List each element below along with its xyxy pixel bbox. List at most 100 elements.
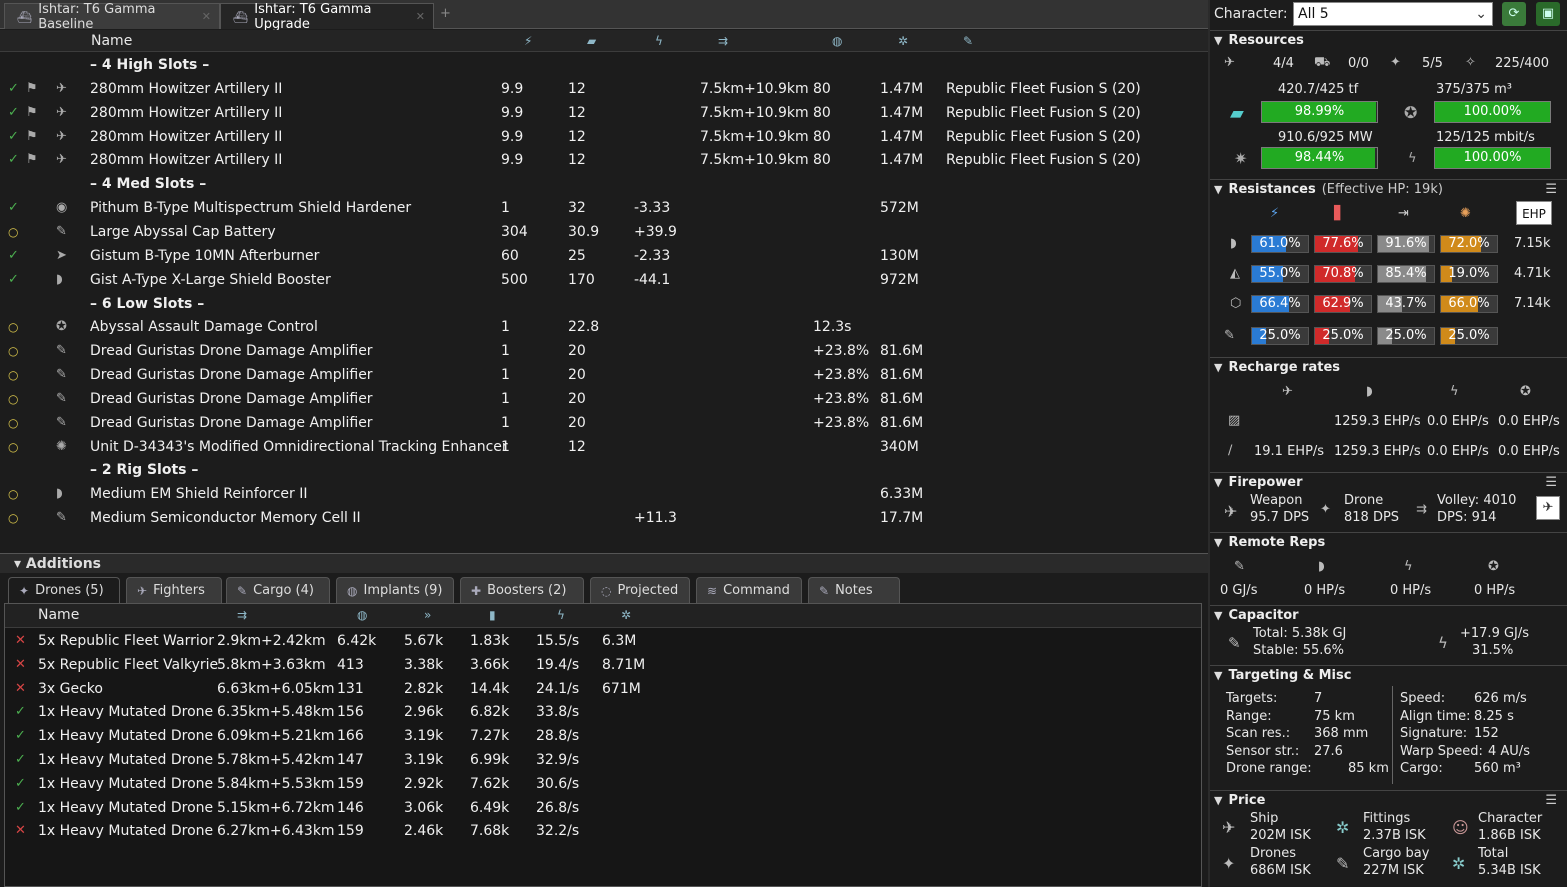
module-row[interactable]: ✓ ⚑ ✈ 280mm Howitzer Artillery II 9.9 12 7.5km…: [0, 77, 1208, 101]
drone-row[interactable]: ✕ 1x Heavy Mutated Drone 6.27km+6.43km 159 2…: [5, 819, 1201, 843]
state-icon[interactable]: ✓: [8, 148, 19, 172]
close-icon[interactable]: ✕: [416, 10, 425, 23]
drone-name: 5x Republic Fleet Valkyrie: [38, 656, 219, 673]
module-name: Dread Guristas Drone Damage Amplifier: [90, 390, 373, 407]
state-icon[interactable]: ○: [8, 411, 18, 435]
module-row[interactable]: ✓ ➤ Gistum B-Type 10MN Afterburner 60 25 -2.3…: [0, 244, 1208, 268]
module-icon: ✎: [56, 414, 67, 430]
additions-header[interactable]: ▾ Additions: [0, 553, 1208, 573]
state-icon[interactable]: ○: [8, 315, 18, 339]
state-icon[interactable]: ✓: [8, 101, 19, 125]
firepower-section[interactable]: ▼ Firepower ☰: [1210, 472, 1567, 492]
tab-projected[interactable]: ◌ Projected: [590, 577, 690, 603]
remote-reps-section[interactable]: ▼ Remote Reps: [1210, 532, 1567, 552]
recharge-value: 0.0 EHP/s: [1427, 444, 1489, 459]
menu-icon[interactable]: ☰: [1545, 182, 1557, 197]
tab-notes[interactable]: ✎ Notes: [808, 577, 900, 603]
drone-row[interactable]: ✓ 1x Heavy Mutated Drone 6.35km+5.48km 156 2…: [5, 700, 1201, 724]
refresh-icon[interactable]: ⟳: [1502, 2, 1526, 26]
state-icon[interactable]: ✕: [15, 629, 26, 653]
close-icon[interactable]: ✕: [202, 10, 211, 23]
resist-value: 43.7%: [1385, 296, 1427, 311]
state-icon[interactable]: ○: [8, 363, 18, 387]
recharge-section[interactable]: ▼ Recharge rates: [1210, 357, 1567, 377]
tab-fighters[interactable]: ✈ Fighters: [126, 577, 222, 603]
fit-tab-baseline[interactable]: ⛴ Ishtar: T6 Gamma Baseline ✕: [4, 2, 220, 32]
powergrid-bar: 98.44%: [1261, 147, 1378, 169]
menu-icon[interactable]: ☰: [1545, 475, 1557, 490]
state-icon[interactable]: ✓: [8, 77, 19, 101]
module-row[interactable]: ○ ✎ Dread Guristas Drone Damage Amplifier 1…: [0, 387, 1208, 411]
state-icon[interactable]: ○: [8, 435, 18, 459]
state-icon[interactable]: ✓: [15, 700, 26, 724]
tab-drones[interactable]: ✦ Drones (5): [8, 577, 120, 603]
module-row[interactable]: ✓ ⚑ ✈ 280mm Howitzer Artillery II 9.9 12 7.5km…: [0, 148, 1208, 172]
drone-row[interactable]: ✕ 5x Republic Fleet Warrior 2.9km+2.42km 6.…: [5, 629, 1201, 653]
ehp-toggle-button[interactable]: EHP: [1516, 201, 1552, 225]
drone-row[interactable]: ✓ 1x Heavy Mutated Drone 5.15km+6.72km 146 3…: [5, 796, 1201, 820]
collapse-icon: ▼: [1214, 34, 1223, 47]
module-row[interactable]: ○ ✎ Dread Guristas Drone Damage Amplifier 1…: [0, 363, 1208, 387]
state-icon[interactable]: ✕: [15, 677, 26, 701]
new-tab-icon[interactable]: +: [440, 6, 451, 21]
skills-icon[interactable]: ▣: [1536, 2, 1560, 26]
menu-icon[interactable]: ☰: [1545, 793, 1557, 808]
state-icon[interactable]: ✓: [8, 268, 19, 292]
targeting-section[interactable]: ▼ Targeting & Misc: [1210, 665, 1567, 685]
drone-row[interactable]: ✓ 1x Heavy Mutated Drone 6.09km+5.21km 166 3…: [5, 724, 1201, 748]
state-icon[interactable]: ○: [8, 339, 18, 363]
state-icon[interactable]: ✓: [15, 748, 26, 772]
module-c4: 7.5km+10.9km: [700, 80, 809, 97]
tab-command[interactable]: ≋ Command: [696, 577, 802, 603]
fit-tab-upgrade[interactable]: ⛴ Ishtar: T6 Gamma Upgrade ✕: [220, 2, 434, 32]
module-c6: 6.33M: [880, 486, 924, 503]
module-row[interactable]: ✓ ◗ Gist A-Type X-Large Shield Booster 500 1…: [0, 268, 1208, 292]
state-icon[interactable]: ✓: [15, 796, 26, 820]
drone-row[interactable]: ✓ 1x Heavy Mutated Drone 5.84km+5.53km 159 2…: [5, 772, 1201, 796]
state-icon[interactable]: ○: [8, 482, 18, 506]
tracking-icon: ◍: [357, 608, 368, 622]
module-row[interactable]: ✓ ◉ Pithum B-Type Multispectrum Shield Har…: [0, 196, 1208, 220]
resources-section[interactable]: ▼ Resources: [1210, 30, 1567, 50]
state-icon[interactable]: ✕: [15, 819, 26, 843]
target-label: Drone range:: [1226, 761, 1312, 776]
module-c1: 1: [501, 414, 510, 431]
resist-bar: 77.6%: [1314, 235, 1372, 253]
resistances-section[interactable]: ▼ Resistances (Effective HP: 19k) ☰: [1210, 179, 1567, 199]
state-icon[interactable]: ○: [8, 506, 18, 530]
character-select[interactable]: All 5 ⌄: [1293, 2, 1493, 26]
module-row[interactable]: ✓ ⚑ ✈ 280mm Howitzer Artillery II 9.9 12 7.5km…: [0, 125, 1208, 149]
module-row[interactable]: ○ ✎ Medium Semiconductor Memory Cell II +11…: [0, 506, 1208, 530]
tab-cargo[interactable]: ✎ Cargo (4): [226, 577, 330, 603]
drone-row[interactable]: ✕ 5x Republic Fleet Valkyrie 5.8km+3.63km 4…: [5, 653, 1201, 677]
capacitor-section[interactable]: ▼ Capacitor: [1210, 605, 1567, 625]
module-row[interactable]: ○ ✺ Unit D-34343's Modified Omnidirectiona…: [0, 435, 1208, 459]
damage-pattern-button[interactable]: ✈: [1536, 496, 1560, 520]
tab-implants[interactable]: ◍ Implants (9): [336, 577, 454, 603]
drone-row[interactable]: ✕ 3x Gecko 6.63km+6.05km 131 2.82k 14.4k 24.1/…: [5, 677, 1201, 701]
module-c6: 1.47M: [880, 152, 924, 169]
thermal-resist-icon: ▋: [1334, 206, 1344, 221]
state-icon[interactable]: ✓: [15, 772, 26, 796]
module-row[interactable]: ○ ◗ Medium EM Shield Reinforcer II 6.33M: [0, 482, 1208, 506]
state-icon[interactable]: ✕: [15, 653, 26, 677]
state-icon[interactable]: ○: [8, 220, 18, 244]
drone-name-header[interactable]: Name: [38, 604, 79, 626]
state-icon[interactable]: ✓: [8, 244, 19, 268]
tab-boosters[interactable]: ✚ Boosters (2): [460, 577, 584, 603]
drone-row[interactable]: ✓ 1x Heavy Mutated Drone 5.78km+5.42km 147 3…: [5, 748, 1201, 772]
module-row[interactable]: ○ ✪ Abyssal Assault Damage Control 1 22.8 12.…: [0, 315, 1208, 339]
module-row[interactable]: ○ ✎ Dread Guristas Drone Damage Amplifier 1…: [0, 411, 1208, 435]
module-row[interactable]: ✓ ⚑ ✈ 280mm Howitzer Artillery II 9.9 12 7.5km…: [0, 101, 1208, 125]
state-icon[interactable]: ✓: [15, 724, 26, 748]
state-icon[interactable]: ✓: [8, 125, 19, 149]
state-icon[interactable]: ○: [8, 387, 18, 411]
name-column-header[interactable]: Name: [91, 30, 132, 52]
module-row[interactable]: ○ ✎ Dread Guristas Drone Damage Amplifier 1…: [0, 339, 1208, 363]
state-icon[interactable]: ✓: [8, 196, 19, 220]
additions-tabs: ✦ Drones (5) ✈ Fighters ✎ Cargo (4) ◍ Implants …: [0, 577, 1208, 603]
drone-c2: 5.67k: [404, 633, 444, 649]
price-section[interactable]: ▼ Price ☰: [1210, 790, 1567, 810]
drone-c3: 6.49k: [470, 799, 510, 816]
module-row[interactable]: ○ ✎ Large Abyssal Cap Battery 304 30.9 +39.9: [0, 220, 1208, 244]
